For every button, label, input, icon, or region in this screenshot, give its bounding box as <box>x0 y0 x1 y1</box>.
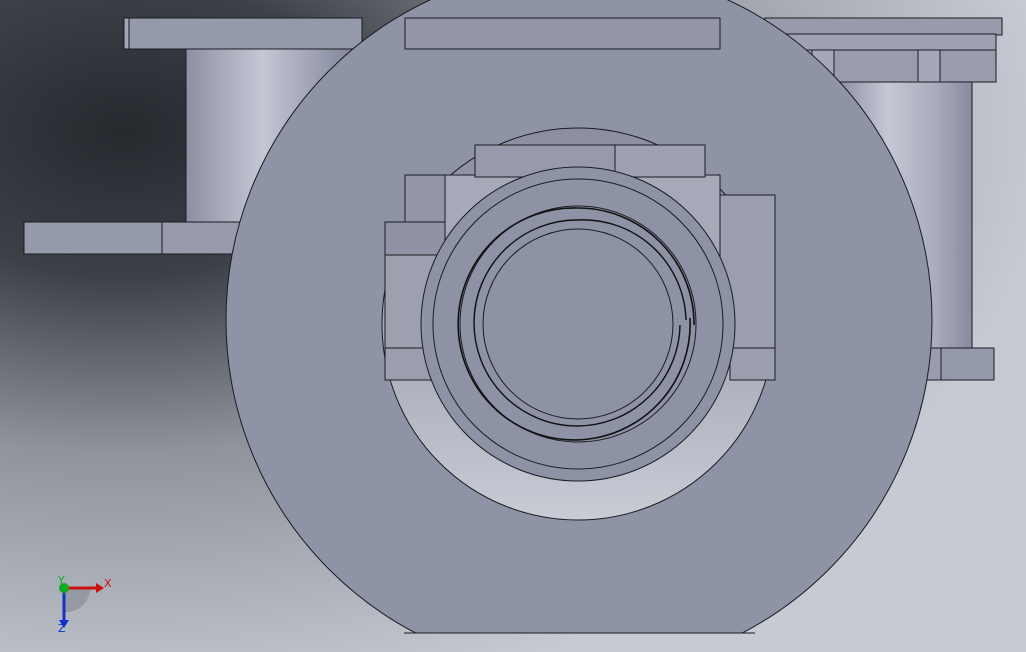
triad-arc <box>64 588 91 613</box>
x-axis-arrow <box>96 583 104 593</box>
z-axis-label: Z <box>58 622 66 635</box>
coordinate-triad-icon[interactable]: X Y Z <box>0 0 1026 652</box>
x-axis-label: X <box>104 577 112 590</box>
y-axis-label: Y <box>57 574 65 587</box>
graphics-viewport[interactable]: X Y Z <box>0 0 1026 652</box>
